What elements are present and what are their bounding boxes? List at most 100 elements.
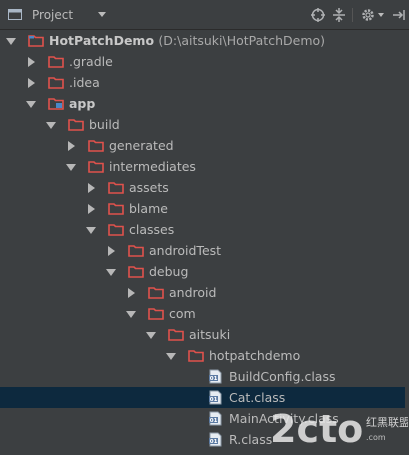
tree-item-label: intermediates [109, 159, 196, 174]
tree-item-label: .idea [69, 75, 100, 90]
tree-item-name: androidTest [149, 243, 222, 258]
expand-arrow-down-icon[interactable] [166, 353, 176, 360]
svg-text:01: 01 [210, 397, 218, 403]
svg-text:01: 01 [210, 376, 218, 382]
tree-item-name: android [169, 285, 217, 300]
project-icon [8, 9, 22, 20]
dropdown-icon[interactable] [98, 12, 106, 17]
expand-arrow-down-icon[interactable] [26, 101, 36, 108]
tree-item-name: intermediates [109, 159, 196, 174]
expand-arrow-down-icon[interactable] [46, 122, 56, 129]
tree-item-name: classes [129, 222, 175, 237]
tree-row[interactable]: .gradle [0, 51, 409, 72]
expand-arrow-down-icon[interactable] [66, 164, 76, 171]
tree-item-label: android [169, 285, 216, 300]
tree-item-label: .gradle [69, 54, 113, 69]
expand-arrow-down-icon[interactable] [86, 227, 96, 234]
tree-item-label: HotPatchDemo (D:\aitsuki\HotPatchDemo) [49, 33, 325, 48]
project-tree[interactable]: HotPatchDemo (D:\aitsuki\HotPatchDemo) .g… [0, 30, 409, 452]
tree-row[interactable]: com [0, 303, 409, 324]
svg-text:红黑联盟: 红黑联盟 [366, 416, 408, 429]
tree-item-label: debug [149, 264, 188, 279]
folder-icon [128, 245, 144, 257]
tree-item-label: build [89, 117, 120, 132]
tree-item-label: generated [109, 138, 174, 153]
folder-icon [148, 308, 164, 320]
folder-icon [88, 140, 104, 152]
tree-row[interactable]: intermediates [0, 156, 409, 177]
gear-dropdown-icon[interactable] [378, 13, 384, 17]
tree-item-name: BuildConfig.class [229, 369, 336, 384]
tree-row[interactable]: blame [0, 198, 409, 219]
expand-arrow-right-icon[interactable] [128, 288, 135, 298]
class-file-icon: 01 [209, 390, 222, 405]
expand-arrow-down-icon[interactable] [126, 311, 136, 318]
folder-icon [88, 161, 104, 173]
folder-icon [68, 119, 84, 131]
folder-icon [128, 266, 144, 278]
vertical-scrollbar[interactable] [405, 30, 409, 452]
folder-icon [108, 182, 124, 194]
tree-row[interactable]: 01 BuildConfig.class [0, 366, 409, 387]
tree-item-path: (D:\aitsuki\HotPatchDemo) [158, 33, 326, 48]
svg-text:01: 01 [210, 439, 218, 445]
tree-item-name: app [69, 96, 96, 111]
tree-row[interactable]: HotPatchDemo (D:\aitsuki\HotPatchDemo) [0, 30, 409, 51]
folder-icon [108, 203, 124, 215]
tree-row[interactable]: assets [0, 177, 409, 198]
expand-arrow-down-icon[interactable] [106, 269, 116, 276]
tree-row[interactable]: app [0, 93, 409, 114]
tree-item-label: com [169, 306, 196, 321]
tree-item-label: assets [129, 180, 169, 195]
tree-item-name: build [89, 117, 120, 132]
view-selector-label[interactable]: Project [32, 8, 73, 22]
tree-item-label: app [69, 96, 95, 111]
project-folder-icon [28, 35, 44, 47]
tree-item-name: .idea [69, 75, 100, 90]
expand-arrow-right-icon[interactable] [88, 183, 95, 193]
expand-arrow-down-icon[interactable] [146, 332, 156, 339]
tree-row[interactable]: .idea [0, 72, 409, 93]
svg-text:.com: .com [366, 433, 386, 442]
tree-item-label: hotpatchdemo [209, 348, 300, 363]
tree-row[interactable]: androidTest [0, 240, 409, 261]
tree-item-label: aitsuki [189, 327, 230, 342]
tree-row[interactable]: hotpatchdemo [0, 345, 409, 366]
tree-item-label: blame [129, 201, 168, 216]
tree-item-name: HotPatchDemo [49, 33, 155, 48]
expand-arrow-right-icon[interactable] [88, 204, 95, 214]
expand-arrow-right-icon[interactable] [28, 78, 35, 88]
tree-row[interactable]: android [0, 282, 409, 303]
tree-item-name: hotpatchdemo [209, 348, 301, 363]
project-toolbar: Project [0, 0, 409, 30]
svg-text:2cto: 2cto [270, 407, 363, 451]
expand-arrow-right-icon[interactable] [108, 246, 115, 256]
tree-item-label: BuildConfig.class [229, 369, 336, 384]
module-folder-icon [48, 98, 64, 110]
hide-icon[interactable] [390, 7, 406, 23]
tree-row[interactable]: aitsuki [0, 324, 409, 345]
tree-item-name: .gradle [69, 54, 113, 69]
expand-arrow-right-icon[interactable] [68, 141, 75, 151]
tree-item-name: blame [129, 201, 168, 216]
toolbar-separator [352, 8, 353, 22]
watermark-logo: 2cto 红黑联盟 .com [268, 402, 409, 452]
collapse-icon[interactable] [331, 7, 347, 23]
tree-item-label: classes [129, 222, 174, 237]
tree-row[interactable]: build [0, 114, 409, 135]
expand-arrow-right-icon[interactable] [28, 57, 35, 67]
tree-item-name: com [169, 306, 196, 321]
tree-row[interactable]: classes [0, 219, 409, 240]
expand-arrow-down-icon[interactable] [6, 38, 16, 45]
gear-icon[interactable] [360, 7, 376, 23]
tree-row[interactable]: generated [0, 135, 409, 156]
class-file-icon: 01 [209, 369, 222, 384]
folder-icon [48, 77, 64, 89]
folder-icon [168, 329, 184, 341]
folder-icon [48, 56, 64, 68]
tree-item-name: aitsuki [189, 327, 231, 342]
target-icon[interactable] [310, 7, 326, 23]
tree-row[interactable]: debug [0, 261, 409, 282]
tree-item-name: assets [129, 180, 169, 195]
folder-icon [148, 287, 164, 299]
